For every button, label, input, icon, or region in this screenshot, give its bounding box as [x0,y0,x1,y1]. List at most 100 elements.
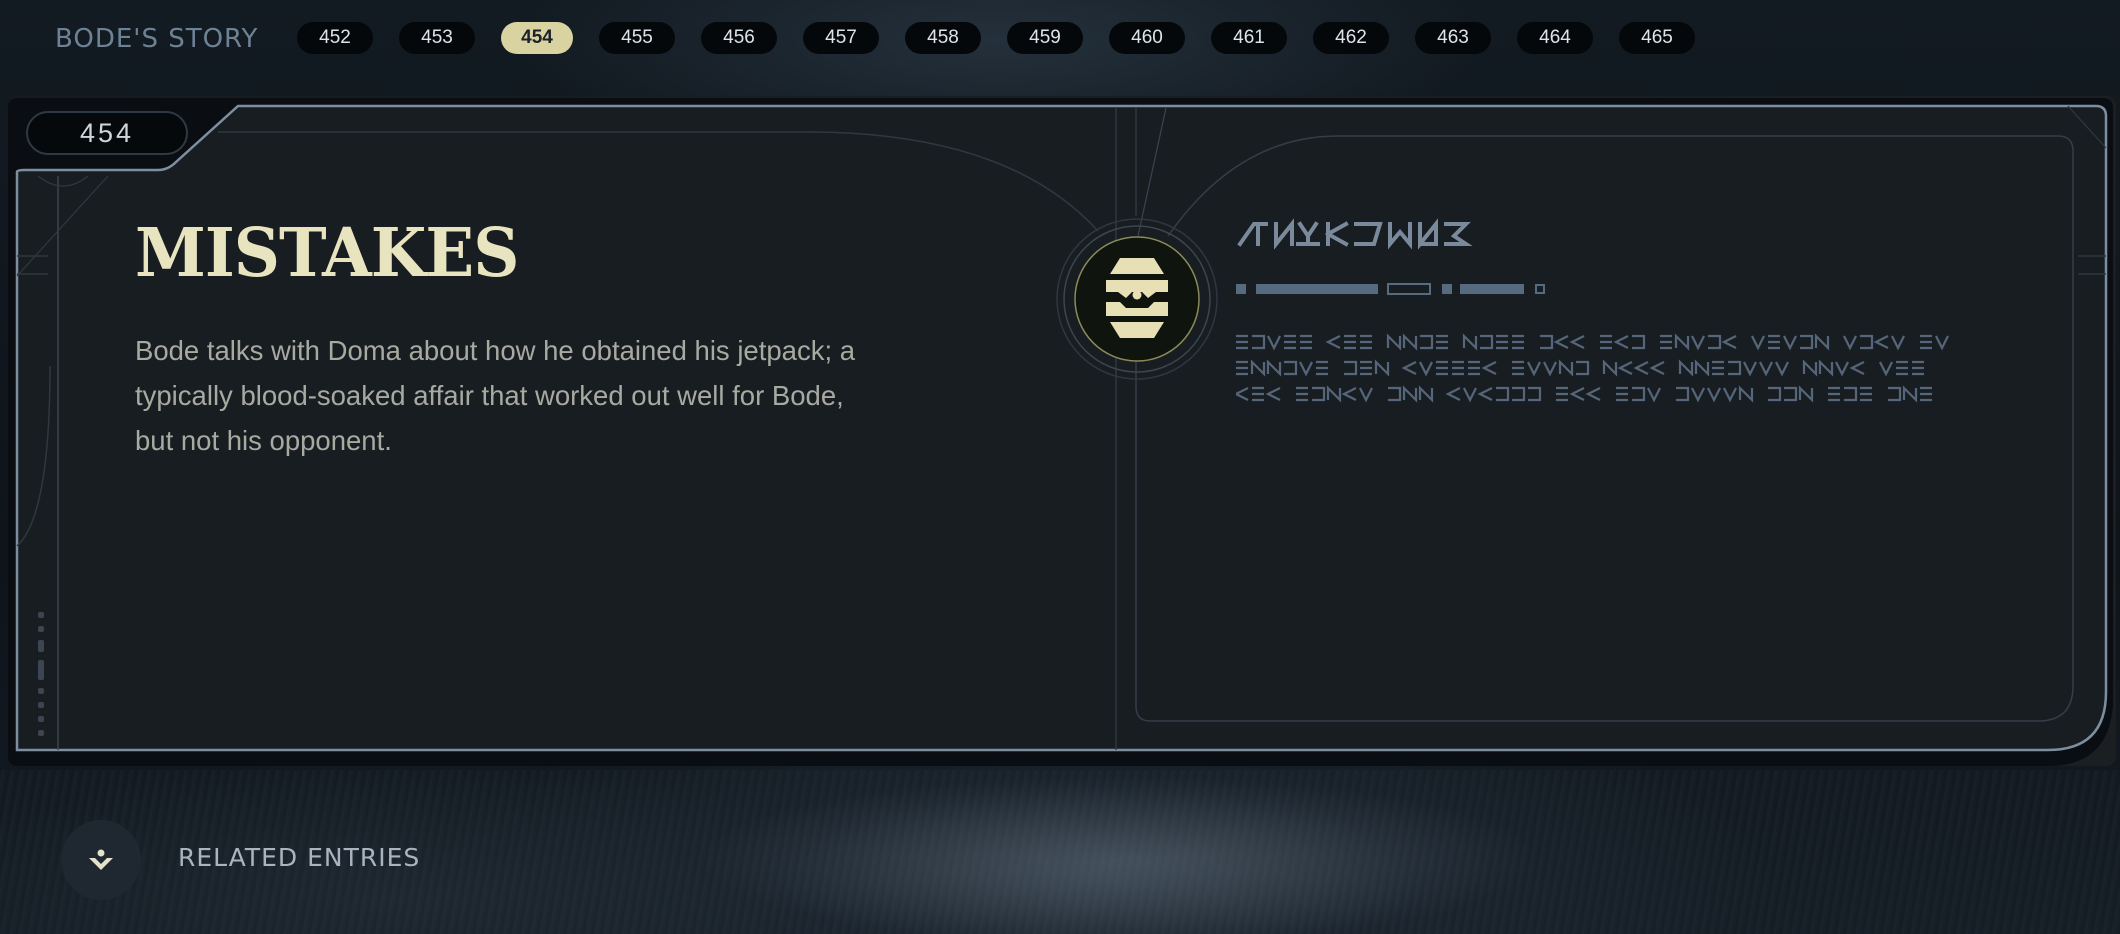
aurebesh-glyph [1768,386,1782,402]
aurebesh-glyph [1721,335,1737,349]
tab-452[interactable]: 452 [297,22,373,54]
aurebesh-glyph [1691,335,1705,351]
aurebesh-glyph [1344,334,1356,350]
aurebesh-glyph [1359,387,1373,403]
aurebesh-glyph [1477,387,1493,401]
aurebesh-glyph [1436,334,1448,350]
aurebesh-glyph [1912,360,1924,376]
aurebesh-glyph [1632,386,1646,402]
aurebesh-glyph [1935,335,1949,351]
aurebesh-glyph [1860,386,1872,402]
aurebesh-glyph [1920,386,1932,402]
aurebesh-glyph [1325,335,1341,349]
aurebesh-glyph [1386,333,1402,351]
aurebesh-title [1237,218,1473,250]
tab-461[interactable]: 461 [1211,22,1287,54]
aurebesh-glyph [1402,333,1418,351]
aurebesh-glyph [1512,386,1526,402]
aurebesh-glyph [1743,361,1757,377]
aurebesh-glyph [1480,334,1494,350]
top-bar: BODE'S STORY 452 453 454 455 456 457 458 459 460… [0,14,2120,62]
aurebesh-glyph [1600,334,1612,350]
aurebesh-glyph [1558,359,1574,377]
tab-460[interactable]: 460 [1109,22,1185,54]
aurebesh-glyph [1512,360,1524,376]
aurebesh-glyph [1344,360,1358,376]
tab-457[interactable]: 457 [803,22,879,54]
aurebesh-glyph [1252,386,1264,402]
aurebesh-glyph [1436,360,1448,376]
aurebesh-glyph [1649,361,1665,375]
aurebesh-glyph [1296,386,1308,402]
aurebesh-glyph [1768,334,1780,350]
aurebesh-glyph [1896,360,1908,376]
aurebesh-glyph [1660,334,1672,350]
aurebesh-glyph [1784,386,1798,402]
tab-462[interactable]: 462 [1313,22,1389,54]
faction-emblem-icon [1056,218,1218,380]
aurebesh-glyph [1462,333,1478,351]
related-entries-button[interactable] [61,820,141,900]
tab-459[interactable]: 459 [1007,22,1083,54]
aurebesh-glyph [1419,361,1433,377]
entry-description: Bode talks with Doma about how he obtain… [135,335,856,456]
aurebesh-glyph [1860,334,1874,350]
related-entries-label[interactable]: RELATED ENTRIES [178,843,420,872]
aurebesh-glyph [1873,335,1889,349]
aurebesh-glyph [1708,334,1722,350]
aurebesh-glyph [1891,335,1905,351]
tab-453[interactable]: 453 [399,22,475,54]
aurebesh-glyph [1312,386,1326,402]
aurebesh-glyph [1250,359,1266,377]
story-title: BODE'S STORY [55,24,259,54]
aurebesh-glyph [1236,387,1249,401]
databank-screen: BODE'S STORY 452 453 454 455 456 457 458 459 460… [0,0,2120,934]
related-entries-icon [89,849,113,870]
aurebesh-glyph [1800,334,1814,350]
aurebesh-glyph [1694,359,1710,377]
entry-number-badge: 454 [26,111,188,155]
aurebesh-glyph [1844,386,1858,402]
tab-465[interactable]: 465 [1619,22,1695,54]
tab-454[interactable]: 454 [501,22,573,54]
aurebesh-glyph [1835,361,1849,377]
aurebesh-glyph [1888,386,1902,402]
aurebesh-glyph [1266,359,1282,377]
aurebesh-glyph [1316,360,1328,376]
tab-456[interactable]: 456 [701,22,777,54]
tab-463[interactable]: 463 [1415,22,1491,54]
aurebesh-glyph [1556,386,1568,402]
aurebesh-glyph [1802,359,1818,377]
aurebesh-glyph [1613,335,1629,349]
aurebesh-glyph [1496,386,1510,402]
aurebesh-glyph [1569,387,1585,401]
aurebesh-glyph [1843,335,1857,351]
decorative-bars [1236,283,1545,295]
entry-tabs: 452 453 454 455 456 457 458 459 460 461 462 463 464 4… [297,22,1721,54]
aurebesh-glyph [1751,335,1765,351]
aurebesh-glyph [1236,334,1248,350]
aurebesh-glyph [1468,360,1480,376]
aurebesh-glyph [1783,335,1797,351]
aurebesh-glyph [1759,361,1773,377]
aurebesh-glyph [1300,334,1312,350]
aurebesh-glyph [1418,385,1434,403]
aurebesh-glyph [1616,386,1628,402]
aurebesh-glyph [1576,360,1590,376]
aurebesh-glyph [1360,334,1372,350]
aurebesh-glyph [1691,387,1705,403]
aurebesh-glyph [1647,387,1661,403]
aurebesh-glyph [1712,360,1724,376]
aurebesh-glyph [1540,334,1554,350]
aurebesh-glyph [1402,385,1418,403]
aurebesh-glyph [1543,361,1557,377]
tab-458[interactable]: 458 [905,22,981,54]
tab-464[interactable]: 464 [1517,22,1593,54]
aurebesh-glyph [1879,361,1893,377]
entry-panel: 454 MISTAKES Bode talks with Doma about … [8,96,2116,766]
aurebesh-glyph [1265,387,1281,401]
aurebesh-glyph [1341,387,1357,401]
tab-455[interactable]: 455 [599,22,675,54]
aurebesh-glyph [1602,359,1618,377]
aurebesh-glyph [1401,361,1417,375]
